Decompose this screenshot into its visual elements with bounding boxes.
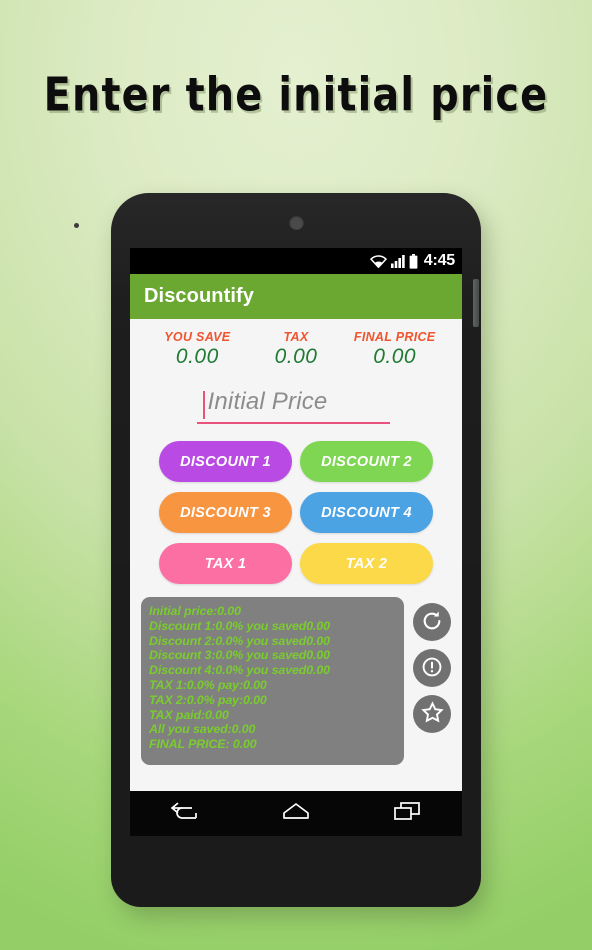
summary-tax: TAX 0.00: [247, 330, 346, 369]
signal-icon: [390, 254, 405, 268]
results-row: Initial price:0.00 Discount 1:0.0% you s…: [130, 584, 462, 765]
summary-value: 0.00: [175, 345, 219, 368]
app-content: YOU SAVE 0.00 TAX 0.00 FINAL PRICE 0.00 …: [130, 319, 462, 836]
battery-icon: [409, 253, 418, 269]
summary-final-price: FINAL PRICE 0.00: [345, 330, 444, 369]
result-line: TAX 2:0.0% pay:0.00: [149, 692, 267, 707]
result-line: Discount 2:0.0% you saved0.00: [149, 633, 330, 648]
android-nav-bar: [130, 791, 462, 836]
home-icon: [281, 801, 311, 826]
star-icon: [420, 701, 444, 727]
refresh-icon: [421, 610, 443, 635]
summary-row: YOU SAVE 0.00 TAX 0.00 FINAL PRICE 0.00: [130, 319, 462, 369]
summary-label: FINAL PRICE: [353, 330, 436, 344]
app-title: Discountify: [144, 285, 254, 307]
result-line: Discount 4:0.0% you saved0.00: [149, 663, 330, 678]
page-title: Enter the initial price: [43, 68, 549, 122]
favorite-button[interactable]: [413, 695, 451, 733]
discount-2-button[interactable]: DISCOUNT 2: [300, 441, 433, 482]
proximity-sensor-icon: [74, 223, 79, 228]
result-line: Discount 1:0.0% you saved0.00: [149, 618, 330, 633]
discount-4-button[interactable]: DISCOUNT 4: [300, 492, 433, 533]
back-arrow-icon: [170, 801, 200, 826]
wifi-icon: [369, 254, 387, 268]
result-line: Initial price:0.00: [149, 604, 241, 618]
initial-price-input-placeholder: Initial Price: [207, 388, 328, 415]
summary-label: TAX: [283, 330, 309, 344]
summary-value: 0.00: [373, 345, 417, 368]
nav-back-button[interactable]: [155, 791, 215, 836]
result-line: TAX paid:0.00: [149, 707, 229, 722]
input-underline: [196, 422, 390, 424]
nav-recents-button[interactable]: [377, 791, 437, 836]
result-line: FINAL PRICE: 0.00: [149, 737, 257, 752]
text-caret: [202, 391, 205, 419]
action-buttons-grid: DISCOUNT 1 DISCOUNT 2 DISCOUNT 3 DISCOUN…: [159, 441, 433, 584]
tax-2-button[interactable]: TAX 2: [300, 543, 433, 584]
reset-button[interactable]: [413, 603, 451, 641]
phone-screen: 4:45 Discountify YOU SAVE 0.00 TAX 0.00 …: [130, 248, 462, 836]
power-button[interactable]: [473, 279, 479, 327]
result-line: TAX 1:0.0% pay:0.00: [149, 677, 267, 692]
status-bar: 4:45: [130, 248, 462, 274]
summary-label: YOU SAVE: [164, 330, 231, 344]
discount-1-button[interactable]: DISCOUNT 1: [159, 441, 292, 482]
initial-price-field[interactable]: Initial Price: [196, 388, 390, 428]
nav-home-button[interactable]: [266, 791, 326, 836]
recents-icon: [392, 801, 422, 826]
summary-value: 0.00: [274, 345, 318, 368]
status-bar-time: 4:45: [423, 252, 455, 269]
result-line: All you saved:0.00: [149, 722, 256, 737]
front-camera-icon: [289, 215, 304, 230]
side-action-bar: [413, 597, 451, 733]
info-button[interactable]: [413, 649, 451, 687]
summary-you-save: YOU SAVE 0.00: [148, 330, 247, 369]
result-line: Discount 3:0.0% you saved0.00: [149, 648, 330, 663]
exclamation-circle-icon: [421, 656, 443, 681]
discount-3-button[interactable]: DISCOUNT 3: [159, 492, 292, 533]
tax-1-button[interactable]: TAX 1: [159, 543, 292, 584]
app-bar: Discountify: [130, 274, 462, 319]
results-panel: Initial price:0.00 Discount 1:0.0% you s…: [141, 597, 404, 765]
